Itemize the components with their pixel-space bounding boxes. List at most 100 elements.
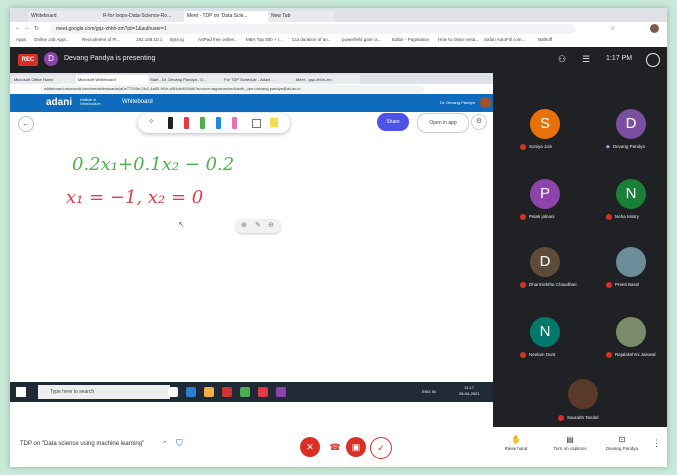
chevron-up-icon[interactable]: ⌃ xyxy=(162,440,168,448)
more-options-icon[interactable]: ⋮ xyxy=(652,438,661,449)
pen-toolbar: ✧ xyxy=(138,113,290,133)
raise-hand-button[interactable]: ✋ Raise hand xyxy=(496,435,536,451)
browser-tab[interactable]: Whiteboard xyxy=(28,11,102,22)
participant-photo xyxy=(568,379,598,409)
explorer-icon xyxy=(204,387,214,397)
bookmark-item[interactable]: How to clean meta... xyxy=(438,37,479,42)
inner-tab: Start - Dr. Devang Pandya - O... xyxy=(148,75,224,84)
star-icon[interactable]: ☆ xyxy=(610,25,615,32)
present-button[interactable]: ✓ xyxy=(370,437,392,459)
bookmark-item[interactable]: Bathoff xyxy=(538,37,552,42)
blue-pen-icon[interactable] xyxy=(216,117,221,129)
participant-avatar: D xyxy=(530,247,560,277)
bookmark-item[interactable]: Cut duration of an... xyxy=(292,37,332,42)
pen-icon[interactable]: ✎ xyxy=(255,221,261,229)
inner-tab: Meet - gqz-xhhh-zm xyxy=(294,75,360,84)
user-name: Dr. Devang Pandya xyxy=(440,100,475,105)
bookmark-item[interactable]: Recruitment of Pi... xyxy=(82,37,120,42)
black-pen-icon[interactable] xyxy=(168,117,173,129)
muted-mic-icon xyxy=(606,214,612,220)
participant-tile: Rajalakshmi Jaiswal xyxy=(606,315,656,365)
shield-icon[interactable]: ⛉ xyxy=(176,438,183,449)
whiteboard-canvas[interactable]: ← ✧ Share Open in app ⚙ 0.2x₁+0.1x₂ − 0.… xyxy=(10,112,493,382)
back-icon[interactable]: ← xyxy=(18,116,34,132)
profile-avatar[interactable] xyxy=(650,24,659,33)
app-icon xyxy=(222,387,232,397)
inner-address-bar: whiteboard.microsoft.com/me/whiteboards/… xyxy=(40,85,424,93)
phone-hangup-icon: ☎ xyxy=(329,442,341,452)
pink-pen-icon[interactable] xyxy=(232,117,237,129)
muted-mic-icon xyxy=(606,352,612,358)
inner-tab: For TDP Schedule - Adani ... xyxy=(222,75,296,84)
bookmark-item[interactable]: ArtPad free online... xyxy=(198,37,238,42)
participant-avatar: N xyxy=(530,317,560,347)
bookmark-item[interactable]: Byte.ig xyxy=(170,37,184,42)
participant-avatar: N xyxy=(616,179,646,209)
forward-arrow-icon[interactable]: → xyxy=(24,25,30,31)
address-bar-row: ← → ↻ meet.google.com/gqz-xhhh-zm?pli=1&… xyxy=(10,22,667,36)
presenting-label: Devang Pandya is presenting xyxy=(64,55,156,62)
app-icon xyxy=(258,387,268,397)
presenting-button[interactable]: ⊡ Devang Pandya xyxy=(602,435,642,451)
app-icon xyxy=(276,387,286,397)
browser-tab[interactable]: New Tab xyxy=(268,11,334,22)
participant-avatar: D xyxy=(616,109,646,139)
participant-tile: N Neelam Dunt xyxy=(520,315,568,365)
eraser-icon[interactable] xyxy=(252,119,261,128)
leave-call-button[interactable]: ☎ xyxy=(325,437,345,457)
camera-off-button[interactable]: ▣ xyxy=(346,437,366,457)
mic-icon[interactable]: ⊕ xyxy=(241,221,247,229)
muted-mic-icon xyxy=(520,352,526,358)
muted-mic-icon xyxy=(520,144,526,150)
language-indicator: ENG IN xyxy=(422,389,436,394)
mic-off-button[interactable]: ✕ xyxy=(300,437,320,457)
muted-mic-icon xyxy=(520,282,526,288)
recording-badge: REC xyxy=(18,54,38,66)
taskbar-clock: 11:17 28-04-2021 xyxy=(459,385,480,396)
bookmark-item[interactable]: MBA Top 200 + I... xyxy=(246,37,283,42)
adani-logo: adani xyxy=(46,97,73,108)
bookmark-item[interactable]: Safari AutoFill com... xyxy=(484,37,525,42)
speaking-icon: ◆ xyxy=(606,144,610,150)
address-bar[interactable]: meet.google.com/gqz-xhhh-zm?pli=1&authus… xyxy=(50,24,576,34)
participant-tile: P Palak jalnani xyxy=(520,177,568,227)
back-arrow-icon[interactable]: ← xyxy=(15,25,21,31)
muted-mic-icon xyxy=(558,415,564,421)
inner-tab: Microsoft Office Home xyxy=(12,75,78,84)
logo-subtitle: Institute of Infrastructure xyxy=(80,98,101,106)
account-icon[interactable] xyxy=(646,53,660,67)
hand-icon: ✋ xyxy=(511,435,521,444)
lasso-icon[interactable]: ✧ xyxy=(148,117,155,126)
participant-name: Saurabh Tandel xyxy=(567,415,599,421)
bookmark-item[interactable]: powerfield gann a... xyxy=(342,37,381,42)
participant-name: Rajalakshmi Jaiswal xyxy=(615,352,656,358)
share-button[interactable]: Share xyxy=(377,113,409,131)
shared-screen: Microsoft Office Home Microsoft Whiteboa… xyxy=(10,73,493,427)
inner-tab-strip: Microsoft Office Home Microsoft Whiteboa… xyxy=(10,73,493,84)
participant-tile: S Soniya Jain xyxy=(520,107,568,157)
participant-name: Palak jalnani xyxy=(529,214,555,220)
settings-icon[interactable]: ⚙ xyxy=(471,114,487,130)
floating-controls: ⊕ ✎ ⊖ xyxy=(235,219,281,233)
chat-icon[interactable]: ☰ xyxy=(582,54,590,65)
green-pen-icon[interactable] xyxy=(200,117,205,129)
bookmark-item[interactable]: Editor - Pagination xyxy=(392,37,429,42)
camera-off-icon: ▣ xyxy=(351,442,361,452)
reload-icon[interactable]: ↻ xyxy=(34,25,39,32)
participant-tile: D Dharmishtha Chaudhari xyxy=(520,245,577,295)
captions-button[interactable]: ▤ Turn on captions xyxy=(550,435,590,451)
muted-mic-icon xyxy=(520,214,526,220)
open-in-app-button[interactable]: Open in app xyxy=(417,113,469,133)
browser-tab-active[interactable]: Meet - TDP on 'Data Scie... xyxy=(184,11,270,22)
bookmark-item[interactable]: Online Job Appl... xyxy=(34,37,69,42)
sticky-note-icon[interactable] xyxy=(270,118,278,127)
stop-icon[interactable]: ⊖ xyxy=(268,221,274,229)
red-pen-icon[interactable] xyxy=(184,117,189,129)
bookmark-item[interactable]: 192.168.10.1 xyxy=(136,37,162,42)
bookmark-item[interactable]: Apps xyxy=(16,37,26,42)
app-window: Whiteboard R-for loops-Data-Science-Ro..… xyxy=(10,8,667,467)
browser-tab[interactable]: R-for loops-Data-Science-Ro... xyxy=(100,11,186,22)
participant-photo xyxy=(616,247,646,277)
checkmark-icon: ✓ xyxy=(377,443,385,453)
people-icon[interactable]: ⚇ xyxy=(558,54,566,65)
